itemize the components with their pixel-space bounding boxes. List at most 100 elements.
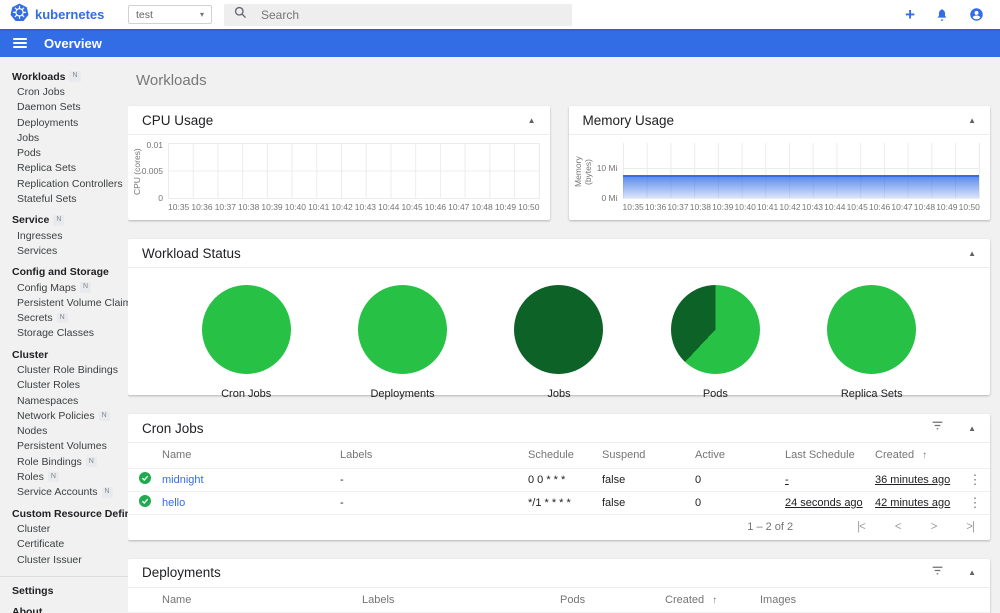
sidebar-item[interactable]: Cluster (0, 347, 128, 362)
notifications-bell-icon[interactable] (935, 8, 949, 22)
sidebar-item[interactable]: Cluster Issuer (0, 552, 128, 567)
y-tick: 0 Mi (601, 193, 618, 203)
labels-cell: - (340, 468, 528, 492)
sidebar-item[interactable]: Persistent Volume ClaimsN (0, 295, 128, 310)
column-header-created[interactable]: Created ↑ (875, 443, 960, 469)
last-schedule-value[interactable]: - (785, 474, 789, 486)
column-header-name[interactable]: Name (162, 443, 340, 469)
last-schedule-value[interactable]: 24 seconds ago (785, 497, 863, 509)
sidebar-item[interactable]: Service N (0, 213, 128, 228)
sidebar-item[interactable]: Cron Jobs (0, 84, 128, 99)
cron-job-name-link[interactable]: midnight (162, 474, 204, 486)
sidebar-item[interactable]: Cluster Role Bindings (0, 362, 128, 377)
x-tick: 10:47 (891, 202, 913, 212)
namespace-selector[interactable]: test ▾ (128, 5, 212, 24)
column-header-last-schedule[interactable]: Last Schedule (785, 443, 875, 469)
collapse-caret-icon[interactable]: ▲ (968, 424, 976, 433)
x-tick: 10:38 (689, 202, 711, 212)
column-header-labels[interactable]: Labels (340, 443, 528, 469)
sidebar-item-label: About (12, 606, 43, 613)
sidebar-item[interactable]: Deployments (0, 115, 128, 130)
sidebar-item[interactable]: Cluster Roles (0, 378, 128, 393)
filter-icon[interactable] (931, 564, 944, 582)
sidebar-item[interactable]: Certificate (0, 537, 128, 552)
collapse-caret-icon[interactable]: ▲ (968, 249, 976, 258)
sidebar-item[interactable]: Roles N (0, 469, 128, 484)
sidebar-item[interactable]: Config Maps N (0, 280, 128, 295)
column-header-schedule[interactable]: Schedule (528, 443, 602, 469)
dropdown-caret-icon: ▾ (199, 10, 204, 19)
account-icon[interactable] (969, 7, 984, 22)
sidebar-item-label: Namespaces (17, 394, 79, 407)
sidebar-item[interactable]: Jobs (0, 130, 128, 145)
pagination-prev-icon[interactable]: < (895, 521, 902, 533)
sidebar-item[interactable]: Services (0, 243, 128, 258)
pagination-first-icon[interactable]: |< (857, 521, 866, 533)
row-menu-dots-icon[interactable]: ⋮ (960, 491, 990, 515)
column-header-status (128, 443, 162, 469)
sidebar-item[interactable]: Settings (0, 583, 128, 598)
column-header-active[interactable]: Active (695, 443, 785, 469)
created-value[interactable]: 36 minutes ago (875, 474, 950, 486)
y-tick: 0.005 (141, 165, 163, 176)
x-tick: 10:35 (168, 202, 190, 212)
x-tick: 10:42 (779, 202, 801, 212)
create-resource-button[interactable]: + (905, 6, 915, 23)
x-tick: 10:38 (238, 202, 260, 212)
sidebar-item[interactable]: Nodes (0, 424, 128, 439)
sidebar-item[interactable]: Replica Sets (0, 161, 128, 176)
search-bar[interactable] (224, 3, 572, 26)
sidebar-item[interactable]: Storage Classes (0, 326, 128, 341)
x-tick: 10:46 (424, 202, 447, 212)
x-tick: 10:44 (378, 202, 400, 212)
sidebar-item[interactable]: Workloads N (0, 69, 128, 84)
sidebar-item[interactable]: Secrets N (0, 310, 128, 325)
x-tick: 10:45 (401, 202, 423, 212)
sidebar-item[interactable]: Pods (0, 145, 128, 160)
cron-jobs-card: Cron Jobs ▲ Name Labels Schedule Suspend… (128, 414, 990, 540)
sidebar-item-label: Custom Resource Definitions (12, 507, 128, 520)
pagination-last-icon[interactable]: >| (966, 521, 975, 533)
pagination-range: 1 – 2 of 2 (747, 521, 794, 533)
x-tick: 10:36 (644, 202, 667, 212)
collapse-caret-icon[interactable]: ▲ (968, 568, 976, 577)
sidebar-item[interactable]: About (0, 605, 128, 613)
namespace-value: test (136, 8, 153, 21)
cron-job-name-link[interactable]: hello (162, 497, 185, 509)
column-header-pods[interactable]: Pods (560, 587, 665, 613)
search-input[interactable] (261, 7, 562, 22)
hamburger-menu-icon[interactable] (13, 42, 27, 44)
sidebar-item[interactable]: Network Policies N (0, 408, 128, 423)
sidebar-item[interactable]: Config and Storage (0, 265, 128, 280)
sidebar-item[interactable]: Daemon Sets (0, 100, 128, 115)
x-tick: 10:40 (284, 202, 306, 212)
column-header-labels[interactable]: Labels (362, 587, 560, 613)
status-pie-chart: Deployments (338, 285, 468, 400)
column-header-suspend[interactable]: Suspend (602, 443, 695, 469)
sidebar-item[interactable]: Custom Resource Definitions (0, 506, 128, 521)
created-value[interactable]: 42 minutes ago (875, 497, 950, 509)
collapse-caret-icon[interactable]: ▲ (968, 116, 976, 125)
sidebar-item-label: Replication Controllers (17, 177, 123, 190)
x-tick: 10:39 (261, 202, 283, 212)
collapse-caret-icon[interactable]: ▲ (528, 116, 536, 125)
sidebar-item[interactable]: Replication Controllers (0, 176, 128, 191)
sidebar-item[interactable]: Cluster (0, 521, 128, 536)
column-header-created[interactable]: Created ↑ (665, 587, 760, 613)
sidebar-item[interactable]: Role Bindings N (0, 454, 128, 469)
active-cell: 0 (695, 468, 785, 492)
x-tick: 10:46 (868, 202, 891, 212)
filter-icon[interactable] (931, 419, 944, 437)
deployments-table: Name Labels Pods Created↑ Images test (128, 587, 990, 613)
sidebar-item[interactable]: Service Accounts N (0, 485, 128, 500)
kubernetes-brand[interactable]: kubernetes (0, 3, 128, 27)
sidebar-item[interactable]: Persistent Volumes (0, 439, 128, 454)
sidebar-item[interactable]: Namespaces (0, 393, 128, 408)
column-header-images[interactable]: Images (760, 587, 960, 613)
sidebar-item[interactable]: Stateful Sets (0, 191, 128, 206)
suspend-cell: false (602, 468, 695, 492)
column-header-name[interactable]: Name (162, 587, 362, 613)
row-menu-dots-icon[interactable]: ⋮ (960, 468, 990, 492)
pagination-next-icon[interactable]: > (931, 521, 938, 533)
sidebar-item[interactable]: Ingresses (0, 228, 128, 243)
